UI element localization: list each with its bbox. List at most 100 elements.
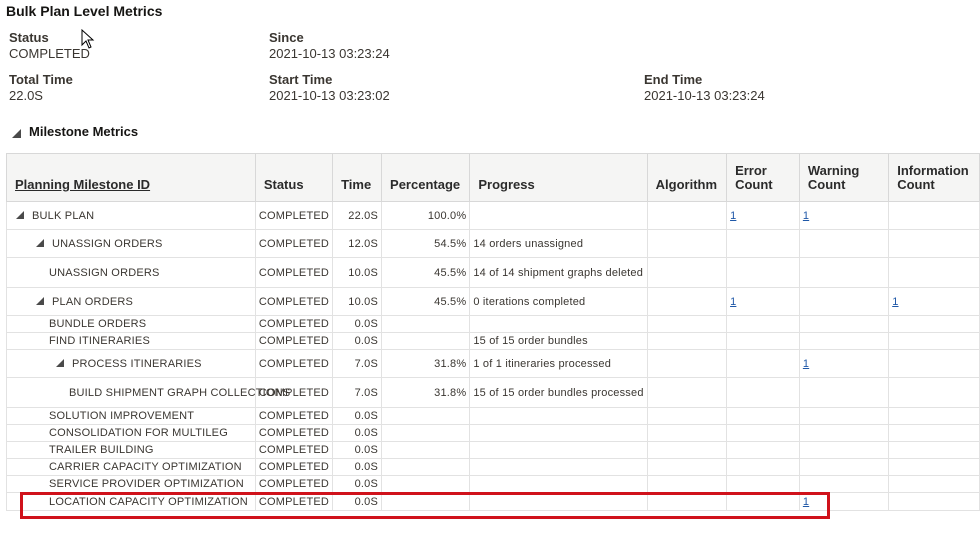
algorithm-cell: [647, 287, 728, 316]
status-cell: COMPLETED: [255, 349, 334, 378]
status-cell: COMPLETED: [255, 424, 334, 442]
info-count-cell: [888, 257, 980, 288]
table-header-row: Planning Milestone ID Status Time Percen…: [6, 153, 980, 202]
algorithm-cell: [647, 349, 728, 378]
milestone-id-cell: SERVICE PROVIDER OPTIMIZATION: [6, 475, 256, 493]
collapse-triangle-icon[interactable]: [56, 358, 64, 367]
milestone-id-cell: BUILD SHIPMENT GRAPH COLLECTIONS: [6, 377, 290, 408]
col-header-error-count: Error Count: [726, 153, 800, 202]
milestone-id-cell[interactable]: UNASSIGN ORDERS: [6, 229, 256, 258]
milestone-id: UNASSIGN ORDERS: [52, 237, 163, 250]
time-cell: 22.0S: [332, 201, 383, 230]
milestone-id: TRAILER BUILDING: [49, 444, 154, 456]
milestone-id-cell: BUNDLE ORDERS: [6, 315, 256, 333]
algorithm-cell: [647, 315, 728, 333]
milestone-metrics-header[interactable]: Milestone Metrics: [12, 124, 138, 139]
end-time-value: 2021-10-13 03:23:24: [644, 88, 765, 103]
col-header-information-count: Information Count: [888, 153, 980, 202]
collapse-triangle-icon[interactable]: [16, 210, 24, 219]
progress-cell: [469, 315, 648, 333]
status-cell: COMPLETED: [255, 287, 334, 316]
error-count-link[interactable]: 1: [730, 296, 736, 308]
progress-cell: [469, 458, 648, 476]
algorithm-cell: [647, 229, 728, 258]
col-header-status: Status: [254, 153, 334, 202]
milestone-id-cell: FIND ITINERARIES: [6, 332, 256, 350]
table-row: TRAILER BUILDING COMPLETED 0.0S: [6, 441, 980, 459]
error-count-cell: [726, 229, 800, 258]
info-count-cell: [888, 407, 980, 425]
info-count-cell: [888, 492, 980, 511]
warning-count-cell: [799, 287, 890, 316]
collapse-triangle-icon[interactable]: [36, 296, 44, 305]
status-cell: COMPLETED: [255, 475, 334, 493]
warning-count-cell: [799, 441, 890, 459]
progress-cell: 1 of 1 itineraries processed: [469, 349, 648, 378]
info-count-cell: 1: [888, 287, 980, 316]
warning-count-cell: [799, 458, 890, 476]
time-cell: 0.0S: [332, 407, 383, 425]
status-cell: COMPLETED: [255, 407, 334, 425]
milestone-id-cell[interactable]: PROCESS ITINERARIES: [6, 349, 256, 378]
warning-count-cell: [799, 377, 890, 408]
progress-cell: 14 of 14 shipment graphs deleted: [469, 257, 648, 288]
info-count-cell: [888, 332, 980, 350]
since-value: 2021-10-13 03:23:24: [269, 46, 390, 61]
status-cell: COMPLETED: [255, 441, 334, 459]
table-row: SOLUTION IMPROVEMENT COMPLETED 0.0S: [6, 407, 980, 425]
col-header-algorithm: Algorithm: [646, 153, 728, 202]
milestone-id: BULK PLAN: [32, 209, 95, 222]
progress-cell: 15 of 15 order bundles: [469, 332, 648, 350]
time-cell: 0.0S: [332, 441, 383, 459]
algorithm-cell: [647, 377, 728, 408]
time-cell: 7.0S: [332, 349, 383, 378]
error-count-cell: [726, 332, 800, 350]
error-count-cell: [726, 441, 800, 459]
status-cell: COMPLETED: [255, 458, 334, 476]
info-count-link[interactable]: 1: [892, 296, 898, 308]
milestone-id-cell: SOLUTION IMPROVEMENT: [6, 407, 256, 425]
warning-count-cell: [799, 332, 890, 350]
milestone-id-cell[interactable]: BULK PLAN: [6, 201, 256, 230]
milestone-id: UNASSIGN ORDERS: [49, 266, 160, 279]
table-row: UNASSIGN ORDERS COMPLETED 12.0S 54.5% 14 ord…: [6, 229, 980, 258]
warning-count-link[interactable]: 1: [803, 358, 809, 370]
table-row: CONSOLIDATION FOR MULTILEG COMPLETED 0.0S: [6, 424, 980, 442]
time-cell: 7.0S: [332, 377, 383, 408]
time-cell: 10.0S: [332, 287, 383, 316]
col-header-progress: Progress: [469, 153, 648, 202]
milestone-metrics-table: Planning Milestone ID Status Time Percen…: [6, 153, 980, 511]
error-count-link[interactable]: 1: [730, 210, 736, 222]
warning-count-cell: [799, 407, 890, 425]
time-cell: 0.0S: [332, 424, 383, 442]
error-count-cell: 1: [726, 201, 800, 230]
percentage-cell: 31.8%: [381, 349, 471, 378]
info-count-cell: [888, 377, 980, 408]
milestone-id: PROCESS ITINERARIES: [72, 357, 202, 370]
warning-count-link[interactable]: 1: [803, 210, 809, 222]
progress-cell: 14 orders unassigned: [469, 229, 648, 258]
algorithm-cell: [647, 424, 728, 442]
total-time-value: 22.0S: [9, 88, 43, 103]
percentage-cell: [381, 315, 471, 333]
collapse-triangle-icon[interactable]: [12, 129, 21, 138]
milestone-id-cell[interactable]: PLAN ORDERS: [6, 287, 256, 316]
table-row: BUILD SHIPMENT GRAPH COLLECTIONS COMPLETE…: [6, 377, 980, 408]
milestone-id: SERVICE PROVIDER OPTIMIZATION: [49, 478, 244, 490]
col-header-warning-count: Warning Count: [798, 153, 890, 202]
info-count-cell: [888, 458, 980, 476]
table-row: FIND ITINERARIES COMPLETED 0.0S 15 of 15 or…: [6, 332, 980, 350]
warning-count-cell: [799, 257, 890, 288]
collapse-triangle-icon[interactable]: [36, 238, 44, 247]
percentage-cell: 54.5%: [381, 229, 471, 258]
algorithm-cell: [647, 458, 728, 476]
highlight-box: [20, 492, 830, 519]
milestone-id-cell: UNASSIGN ORDERS: [6, 257, 256, 288]
col-header-milestone-id[interactable]: Planning Milestone ID: [6, 153, 256, 202]
mouse-pointer-icon: [81, 29, 95, 49]
milestone-id: SOLUTION IMPROVEMENT: [49, 410, 195, 422]
info-count-cell: [888, 201, 980, 230]
status-cell: COMPLETED: [255, 332, 334, 350]
milestone-id: CONSOLIDATION FOR MULTILEG: [49, 427, 228, 439]
warning-count-cell: [799, 229, 890, 258]
